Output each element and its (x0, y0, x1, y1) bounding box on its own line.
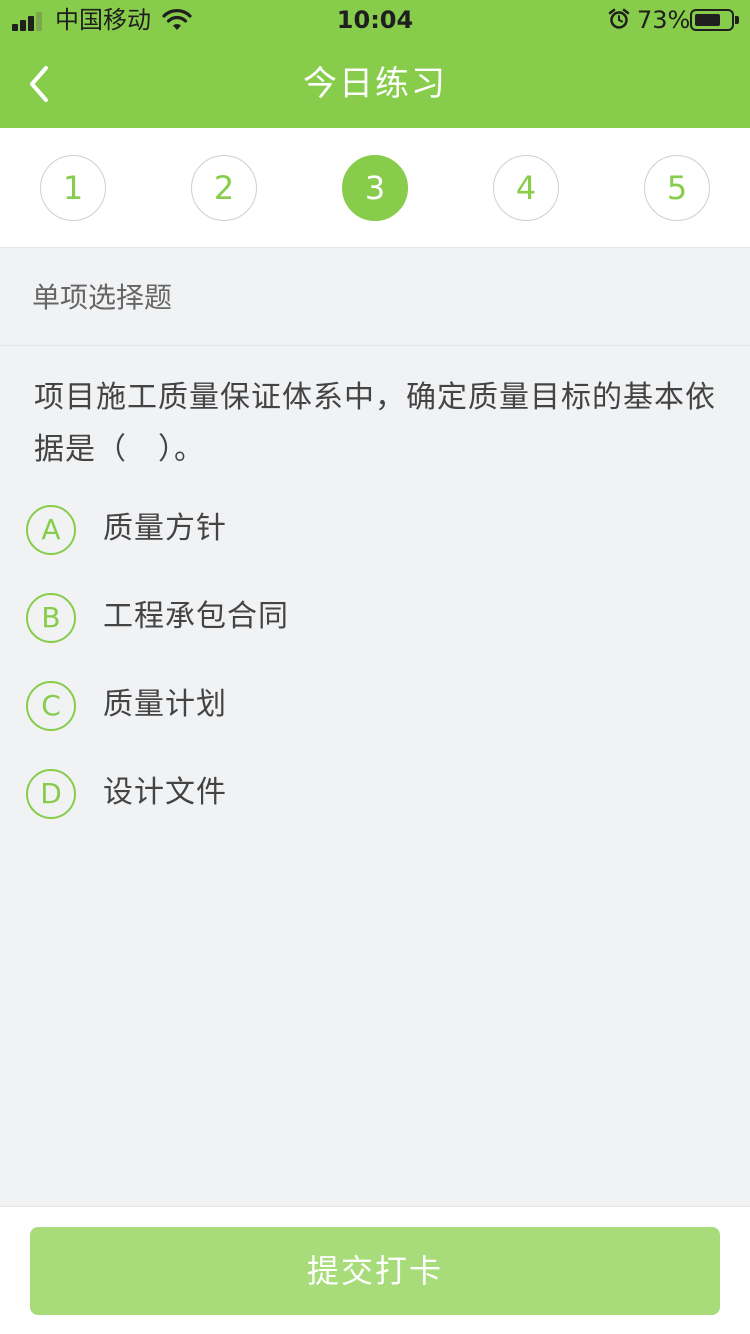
option-a[interactable]: A 质量方针 (26, 503, 726, 559)
question-number-1[interactable]: 1 (40, 155, 106, 221)
question-number-strip: 1 2 3 4 5 (0, 128, 750, 248)
option-c[interactable]: C 质量计划 (26, 679, 726, 735)
question-number-2[interactable]: 2 (191, 155, 257, 221)
option-text-c: 质量计划 (103, 687, 227, 722)
chevron-left-icon (30, 66, 48, 102)
option-text-d: 设计文件 (103, 775, 227, 810)
option-d[interactable]: D 设计文件 (26, 767, 726, 823)
battery-icon (690, 9, 739, 31)
nav-bar: 今日练习 (0, 40, 750, 128)
question-number-3-active[interactable]: 3 (342, 155, 408, 221)
option-text-b: 工程承包合同 (103, 599, 289, 634)
option-text-a: 质量方针 (103, 511, 227, 546)
battery-percent: 73% (637, 6, 691, 34)
option-b[interactable]: B 工程承包合同 (26, 591, 726, 647)
question-number-5[interactable]: 5 (644, 155, 710, 221)
option-letter-b: B (26, 593, 76, 643)
question-type-label: 单项选择题 (32, 281, 173, 314)
header: 中国移动 10:04 73% 今日练习 (0, 0, 750, 128)
battery-level-fill (695, 14, 720, 26)
back-button[interactable] (18, 60, 62, 108)
bottom-bar: 提交打卡 (0, 1206, 750, 1334)
page-title: 今日练习 (303, 64, 447, 104)
practice-screen: 中国移动 10:04 73% 今日练习 1 2 3 4 5 单项选择题 项目施工… (0, 0, 750, 1334)
option-letter-a: A (26, 505, 76, 555)
question-text: 项目施工质量保证体系中，确定质量目标的基本依据是（ ）。 (34, 380, 716, 467)
option-letter-c: C (26, 681, 76, 731)
option-letter-d: D (26, 769, 76, 819)
question-type-section: 单项选择题 (0, 248, 750, 346)
question-number-4[interactable]: 4 (493, 155, 559, 221)
status-bar: 中国移动 10:04 73% (0, 0, 750, 40)
alarm-icon (608, 8, 630, 29)
submit-checkin-button[interactable]: 提交打卡 (30, 1227, 720, 1315)
